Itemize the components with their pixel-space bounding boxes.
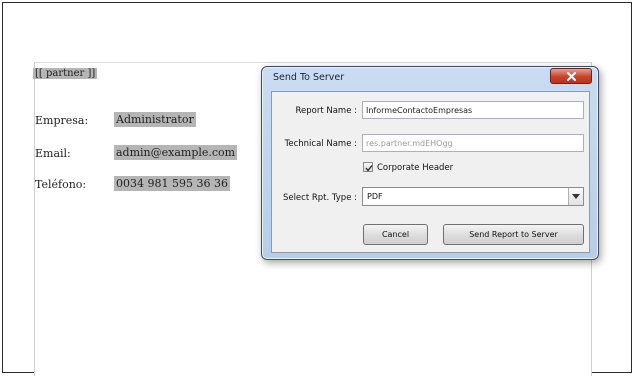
dialog-title: Send To Server [273,72,345,83]
technical-name-label: Technical Name : [284,139,357,149]
report-name-label: Report Name : [295,106,357,116]
empresa-value: Administrator [114,112,196,127]
telefono-label: Teléfono: [35,178,87,191]
cancel-button[interactable]: Cancel [363,224,428,245]
send-to-server-dialog: Send To Server Report Name : InformeCont… [261,66,599,260]
close-button[interactable] [550,68,592,84]
chevron-down-icon [572,194,580,199]
telefono-value: 0034 981 595 36 36 [114,176,230,191]
report-name-input[interactable]: InformeContactoEmpresas [362,101,584,119]
email-label: Email: [35,147,71,160]
report-type-select[interactable]: PDF [362,187,584,206]
corporate-header-checkbox[interactable] [363,162,373,172]
partner-field-tag: [[ partner ]] [33,68,98,79]
report-type-value: PDF [367,192,383,201]
technical-name-input[interactable]: res.partner.mdEHOgg [362,134,584,152]
dialog-body: Report Name : InformeContactoEmpresas Te… [271,91,590,253]
empresa-label: Empresa: [35,114,89,127]
check-icon [365,165,373,172]
corporate-header-label: Corporate Header [377,163,454,173]
send-report-button[interactable]: Send Report to Server [443,224,584,245]
close-icon [567,72,576,81]
report-type-dropdown-button[interactable] [568,188,583,205]
email-value: admin@example.com [114,145,238,160]
report-type-label: Select Rpt. Type : [282,193,357,203]
